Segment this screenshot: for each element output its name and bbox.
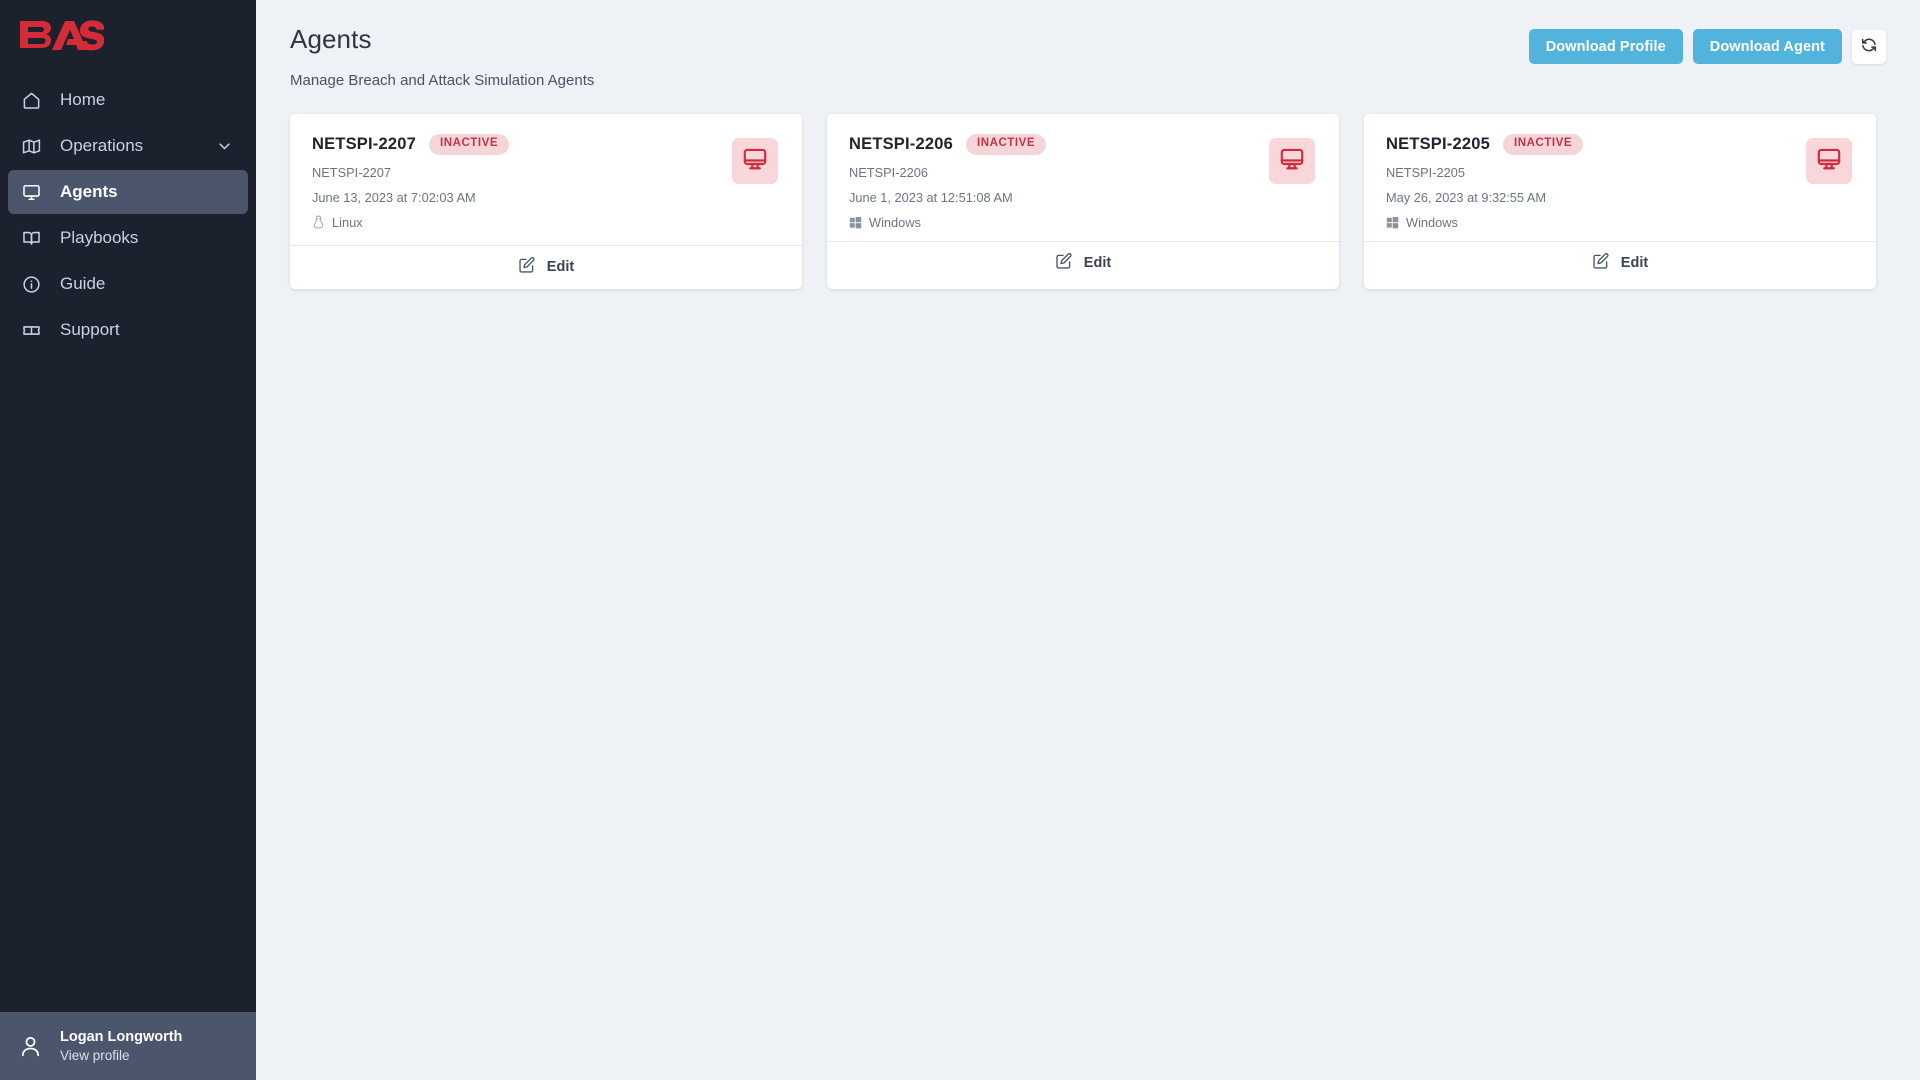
edit-label: Edit (546, 259, 575, 275)
sidebar-item-label: Support (60, 320, 120, 339)
agent-hostname: NETSPI-2207 (312, 164, 391, 180)
sidebar-user-footer[interactable]: Logan Longworth View profile (0, 1012, 256, 1080)
agent-card[interactable]: NETSPI-2205 INACTIVE NETSPI-2205 May 26,… (1364, 114, 1876, 289)
agent-name: NETSPI-2206 (849, 134, 953, 153)
sidebar-item-agents[interactable]: Agents (8, 170, 248, 214)
agent-card[interactable]: NETSPI-2206 INACTIVE NETSPI-2206 June 1,… (827, 114, 1339, 289)
sidebar-item-operations[interactable]: Operations (8, 124, 248, 168)
agent-name: NETSPI-2207 (312, 134, 416, 153)
view-profile-link[interactable]: View profile (60, 1047, 182, 1065)
brand-logo[interactable] (0, 0, 256, 70)
agent-os-label: Windows (869, 214, 921, 230)
home-icon (22, 91, 48, 110)
agent-os: Windows (849, 215, 1046, 230)
page-header: Agents Manage Breach and Attack Simulati… (290, 22, 1886, 89)
sidebar-item-label: Home (60, 90, 106, 109)
agent-timestamp: June 13, 2023 at 7:02:03 AM (312, 189, 476, 205)
chevron-down-icon[interactable] (217, 139, 232, 154)
sidebar-item-guide[interactable]: Guide (8, 262, 248, 306)
device-type-tile (1806, 138, 1852, 184)
main-content: Agents Manage Breach and Attack Simulati… (256, 0, 1920, 1080)
edit-pencil-icon (1055, 252, 1073, 275)
download-profile-button[interactable]: Download Profile (1528, 29, 1683, 64)
edit-agent-button[interactable]: Edit (1364, 240, 1876, 285)
user-avatar-icon (18, 1034, 48, 1059)
user-name: Logan Longworth (60, 1028, 183, 1045)
agent-timestamp: May 26, 2023 at 9:32:55 AM (1386, 189, 1547, 205)
agent-hostname: NETSPI-2205 (1386, 164, 1465, 180)
sidebar-item-label: Guide (60, 274, 106, 293)
agent-os-label: Windows (1406, 214, 1458, 230)
monitor-icon (1816, 146, 1842, 177)
download-agent-button[interactable]: Download Agent (1692, 29, 1842, 64)
agent-cards-grid: NETSPI-2207 INACTIVE NETSPI-2207 June 13… (290, 114, 1886, 289)
status-badge: INACTIVE (966, 134, 1047, 155)
sidebar: Home Operations Agents Playbooks Guide S… (0, 0, 256, 1080)
map-icon (22, 137, 48, 156)
device-type-tile (1269, 138, 1315, 184)
monitor-icon (1279, 146, 1305, 177)
windows-logo-icon (849, 216, 862, 229)
app-root: Home Operations Agents Playbooks Guide S… (0, 0, 1920, 1080)
status-badge: INACTIVE (1503, 134, 1584, 155)
edit-agent-button[interactable]: Edit (827, 240, 1339, 285)
edit-agent-button[interactable]: Edit (290, 244, 802, 289)
ticket-icon (22, 321, 48, 340)
sidebar-item-support[interactable]: Support (8, 308, 248, 352)
status-badge: INACTIVE (429, 134, 510, 155)
sidebar-item-label: Agents (60, 182, 118, 201)
windows-logo-icon (1386, 216, 1399, 229)
edit-pencil-icon (1592, 252, 1610, 275)
edit-label: Edit (1083, 255, 1112, 271)
agent-name: NETSPI-2205 (1386, 134, 1490, 153)
agent-os: Windows (1386, 215, 1583, 230)
agent-os-label: Linux (332, 214, 363, 230)
sidebar-item-label: Operations (60, 136, 144, 155)
refresh-sync-icon (1860, 36, 1878, 57)
sidebar-nav: Home Operations Agents Playbooks Guide S… (0, 78, 256, 352)
page-title: Agents (290, 24, 372, 54)
edit-label: Edit (1620, 255, 1649, 271)
book-icon (22, 229, 48, 248)
device-type-tile (732, 138, 778, 184)
sidebar-item-home[interactable]: Home (8, 78, 248, 122)
refresh-button[interactable] (1852, 29, 1886, 64)
agent-os: Linux (312, 215, 509, 230)
sidebar-item-label: Playbooks (60, 228, 139, 247)
header-actions: Download Profile Download Agent (1528, 22, 1886, 64)
monitor-icon (22, 183, 48, 202)
edit-pencil-icon (518, 256, 536, 279)
sidebar-item-playbooks[interactable]: Playbooks (8, 216, 248, 260)
info-circle-icon (22, 275, 48, 294)
linux-penguin-icon (312, 215, 325, 229)
agent-hostname: NETSPI-2206 (849, 164, 928, 180)
bas-logo-icon (20, 19, 104, 50)
page-subtitle: Manage Breach and Attack Simulation Agen… (290, 72, 595, 89)
monitor-icon (742, 146, 768, 177)
agent-card[interactable]: NETSPI-2207 INACTIVE NETSPI-2207 June 13… (290, 114, 802, 289)
agent-timestamp: June 1, 2023 at 12:51:08 AM (849, 189, 1013, 205)
